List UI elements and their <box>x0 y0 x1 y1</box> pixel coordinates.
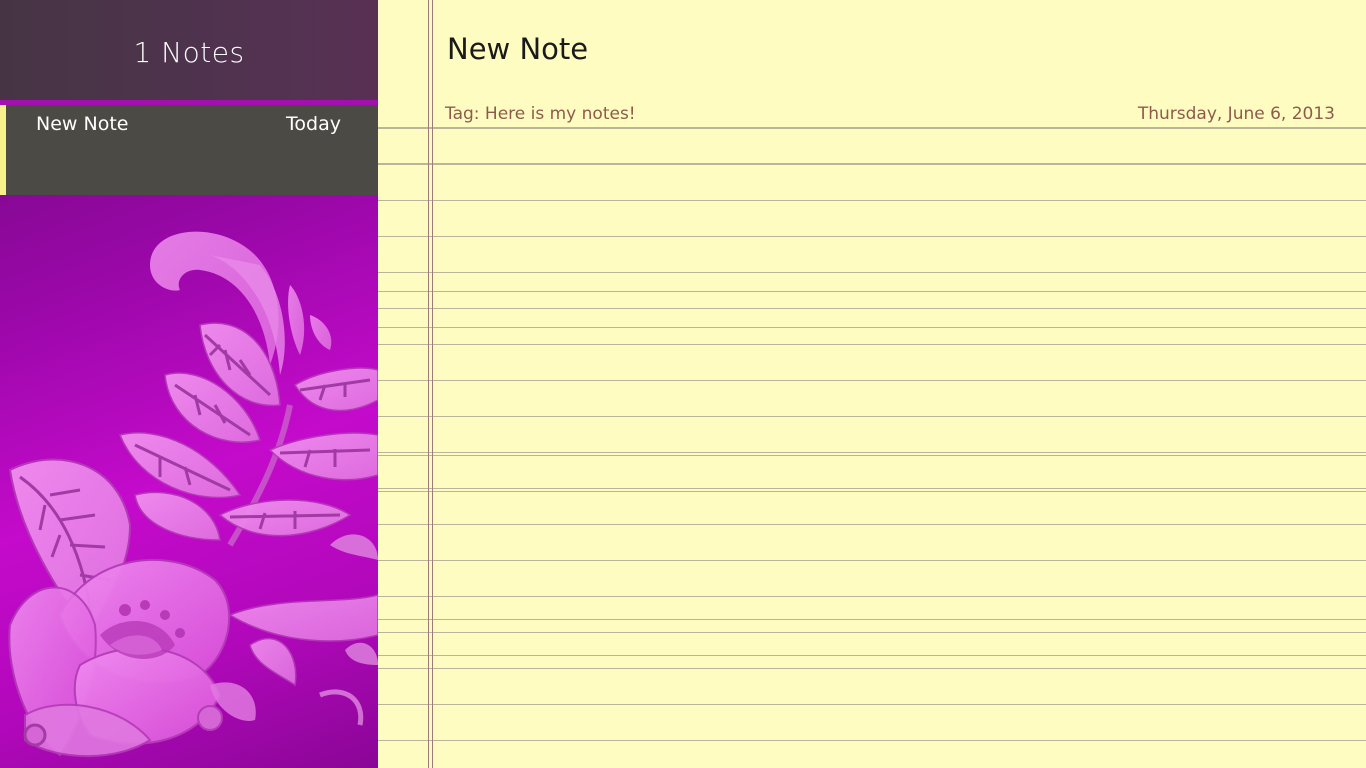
note-list-item[interactable]: New Note Today <box>0 105 378 195</box>
selected-marker <box>0 105 6 195</box>
note-list-item-date: Today <box>286 113 341 135</box>
note-tag[interactable]: Tag: Here is my notes! <box>445 104 636 124</box>
floral-background-art <box>8 231 378 758</box>
note-date: Thursday, June 6, 2013 <box>1137 104 1335 124</box>
note-title[interactable]: New Note <box>447 32 588 66</box>
notes-app: 1 Notes New Note Today New Note Tag: Her… <box>0 0 1366 768</box>
note-list-item-title: New Note <box>36 113 129 135</box>
notes-count-title: 1 Notes <box>133 35 245 69</box>
note-editor[interactable]: New Note Tag: Here is my notes! Thursday… <box>378 0 1366 768</box>
sidebar-header: 1 Notes <box>0 0 378 100</box>
notes-sidebar: 1 Notes New Note Today <box>0 0 378 768</box>
